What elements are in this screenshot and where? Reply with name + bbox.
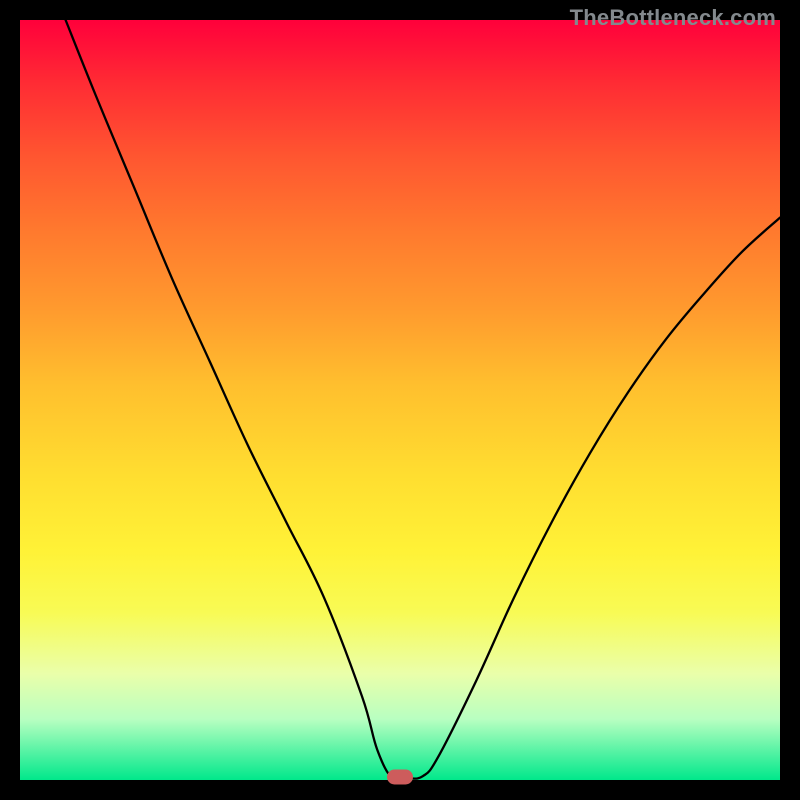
curve-svg (20, 20, 780, 780)
plot-area (20, 20, 780, 780)
chart-frame: TheBottleneck.com (0, 0, 800, 800)
bottleneck-curve (66, 20, 780, 781)
watermark-text: TheBottleneck.com (570, 5, 776, 31)
optimal-marker (387, 769, 413, 784)
